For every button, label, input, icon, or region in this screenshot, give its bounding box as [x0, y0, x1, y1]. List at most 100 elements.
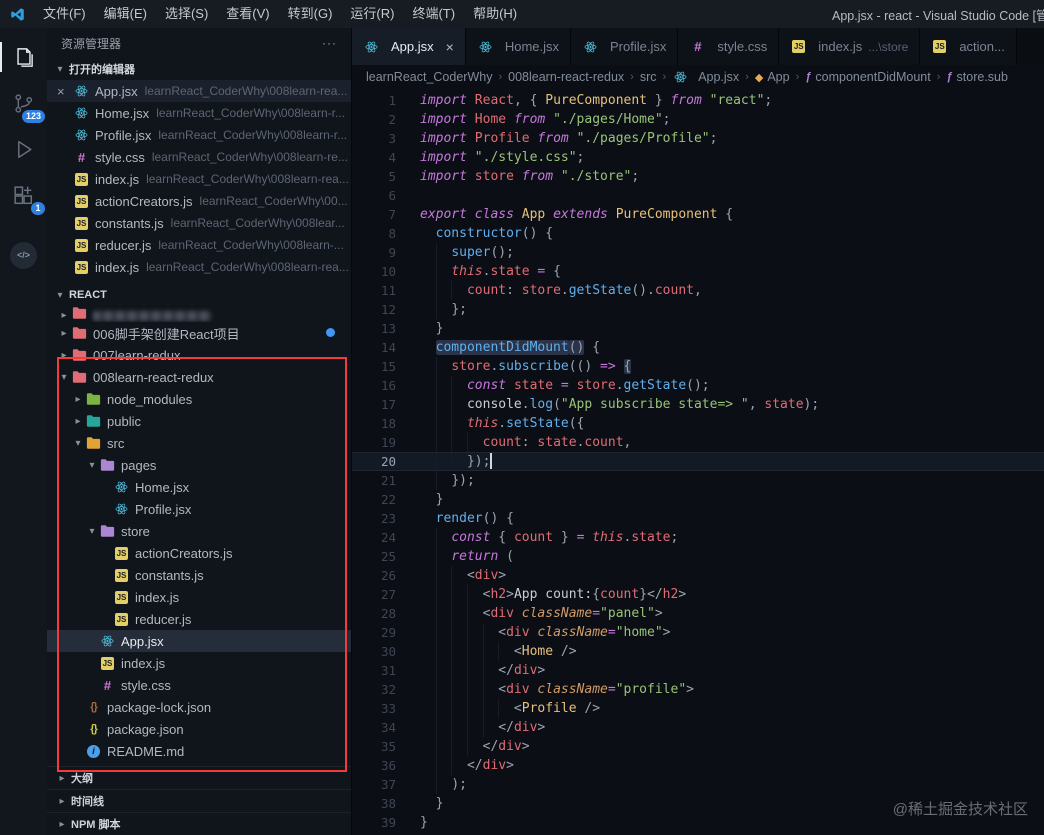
menu-item[interactable]: 文件(F) — [34, 0, 95, 28]
tree-item[interactable]: JS index.js — [47, 586, 351, 608]
source-control-icon[interactable]: 123 — [0, 80, 47, 126]
code-text: render() { — [435, 511, 514, 526]
line-number: 28 — [380, 606, 396, 621]
sidebar-section-section[interactable]: ▸ 时间线 — [47, 789, 351, 812]
sidebar-section-section[interactable]: ▸ 大纲 — [47, 766, 351, 789]
line-number: 9 — [388, 245, 396, 260]
indent-guide — [451, 642, 453, 661]
indent-guide — [435, 243, 437, 262]
css-icon: # — [103, 677, 112, 693]
tree-item[interactable]: App.jsx — [47, 630, 351, 652]
tree-item[interactable]: ▾ 008learn-react-redux — [47, 366, 351, 388]
tab-appjsx[interactable]: App.jsx × — [352, 28, 466, 65]
close-icon[interactable]: × — [57, 84, 73, 99]
code-text: }); — [420, 452, 493, 471]
chevron-down-icon: ▾ — [57, 289, 63, 301]
code-text: </div> — [420, 756, 514, 775]
tree-item[interactable]: Profile.jsx — [47, 498, 351, 520]
tree-item[interactable]: ▾ store — [47, 520, 351, 542]
breadcrumb-item[interactable]: ◆ App — [755, 70, 790, 84]
tree-item[interactable]: JS actionCreators.js — [47, 542, 351, 564]
tree-item[interactable]: ▸ 007learn-redux — [47, 344, 351, 366]
open-editor-item[interactable]: Home.jsx learnReact_CoderWhy\008learn-r..… — [47, 102, 351, 124]
file-name: Profile.jsx — [95, 127, 152, 143]
breadcrumb-item[interactable]: 008learn-react-redux — [508, 70, 624, 84]
breadcrumb-item[interactable]: ƒ componentDidMount — [805, 70, 930, 84]
tab-indexjs[interactable]: JS index.js ...\store — [779, 28, 921, 65]
line-number: 30 — [380, 644, 396, 659]
tree-item[interactable]: ▸ node_modules — [47, 388, 351, 410]
line-number: 34 — [380, 720, 396, 735]
menu-item[interactable]: 选择(S) — [156, 0, 217, 28]
tree-item[interactable]: # style.css — [47, 674, 351, 696]
tree-item[interactable]: ▾ pages — [47, 454, 351, 476]
code-text: }; — [420, 300, 467, 319]
breadcrumb-item[interactable]: ƒ store.sub — [946, 70, 1008, 84]
code-text: componentDidMount() { — [435, 340, 601, 355]
tree-item[interactable]: {} package.json — [47, 718, 351, 740]
menu-item[interactable]: 查看(V) — [217, 0, 278, 28]
workspace-header[interactable]: ▾ REACT — [47, 284, 351, 306]
readme-icon: i — [85, 743, 102, 759]
tree-item[interactable]: Home.jsx — [47, 476, 351, 498]
open-editors-list: × App.jsx learnReact_CoderWhy\008learn-rea… — [47, 80, 351, 278]
tab-action[interactable]: JS action... — [920, 28, 1017, 65]
class-symbol-icon: ◆ — [754, 71, 764, 84]
indent-guide — [466, 623, 468, 642]
tree-item[interactable]: {} package-lock.json — [47, 696, 351, 718]
tab-profilejsx[interactable]: Profile.jsx — [571, 28, 679, 65]
code-editor[interactable]: 1 import React, { PureComponent } from "r… — [352, 89, 1044, 835]
tree-item[interactable]: JS constants.js — [47, 564, 351, 586]
line-number: 35 — [380, 739, 396, 754]
menu-item[interactable]: 转到(G) — [279, 0, 342, 28]
menu-item[interactable]: 帮助(H) — [464, 0, 526, 28]
code-text: count: state.count, — [420, 433, 631, 452]
tree-item[interactable]: ▸ — [47, 306, 351, 322]
open-editor-item[interactable]: JS actionCreators.js learnReact_CoderWhy\0… — [47, 190, 351, 212]
indent-guide — [435, 699, 437, 718]
plugin-icon[interactable]: </> — [0, 232, 47, 278]
menu-bar: 文件(F) 编辑(E) 选择(S) 查看(V) 转到(G) 运行(R) 终端(T) 帮助(H) — [34, 0, 526, 28]
tab-homejsx[interactable]: Home.jsx — [465, 28, 572, 65]
run-debug-icon[interactable] — [0, 126, 47, 172]
tree-item[interactable]: ▸ 006脚手架创建React项目 — [47, 322, 351, 344]
open-editors-header[interactable]: ▾ 打开的编辑器 — [47, 58, 351, 80]
code-text: <Home /> — [420, 642, 577, 661]
open-editor-item[interactable]: # style.css learnReact_CoderWhy\008learn-r… — [47, 146, 351, 168]
extensions-icon[interactable]: 1 — [0, 172, 47, 218]
breadcrumb-item[interactable]: App.jsx — [672, 69, 739, 85]
open-editor-item[interactable]: JS index.js learnReact_CoderWhy\008learn-r… — [47, 168, 351, 190]
code-line: 18 this.setState({ — [352, 414, 1044, 433]
tree-item-label: pages — [121, 457, 157, 473]
badge: 123 — [21, 110, 45, 123]
menu-item[interactable]: 编辑(E) — [95, 0, 156, 28]
tree-item[interactable]: i README.md — [47, 740, 351, 762]
code-text: const { count } = this.state; — [420, 528, 678, 547]
open-editor-item[interactable]: JS constants.js learnReact_CoderWhy\008lea… — [47, 212, 351, 234]
breadcrumb-item[interactable]: src — [640, 70, 657, 84]
tree-item[interactable]: ▾ src — [47, 432, 351, 454]
tab-stylecss[interactable]: # style.css — [678, 28, 780, 65]
open-editor-item[interactable]: Profile.jsx learnReact_CoderWhy\008learn-… — [47, 124, 351, 146]
open-editor-item[interactable]: JS reducer.js learnReact_CoderWhy\008learn… — [47, 234, 351, 256]
vscode-window: 文件(F) 编辑(E) 选择(S) 查看(V) 转到(G) 运行(R) 终端(T) 帮助(H)… — [0, 0, 1044, 835]
open-editor-item[interactable]: × App.jsx learnReact_CoderWhy\008learn-rea… — [47, 80, 351, 102]
line-number: 14 — [380, 340, 396, 355]
more-actions-icon[interactable]: ··· — [322, 36, 337, 50]
code-text: import "./style.css"; — [420, 150, 585, 165]
explorer-icon[interactable] — [0, 34, 47, 80]
menu-item[interactable]: 运行(R) — [341, 0, 403, 28]
file-path: learnReact_CoderWhy\008learn-rea... — [144, 84, 348, 98]
tree-item[interactable]: JS reducer.js — [47, 608, 351, 630]
menu-item[interactable]: 终端(T) — [403, 0, 464, 28]
line-number: 37 — [380, 777, 396, 792]
tree-item[interactable]: ▸ public — [47, 410, 351, 432]
sidebar-section-NPM[interactable]: ▸ NPM 脚本 — [47, 812, 351, 835]
close-icon[interactable]: × — [446, 39, 454, 55]
chevron-right-icon: ▸ — [61, 310, 67, 321]
line-number: 33 — [380, 701, 396, 716]
tree-item[interactable]: JS index.js — [47, 652, 351, 674]
open-editor-item[interactable]: JS index.js learnReact_CoderWhy\008learn-r… — [47, 256, 351, 278]
tree-item-label: App.jsx — [121, 633, 164, 649]
breadcrumb-item[interactable]: learnReact_CoderWhy — [366, 70, 492, 84]
